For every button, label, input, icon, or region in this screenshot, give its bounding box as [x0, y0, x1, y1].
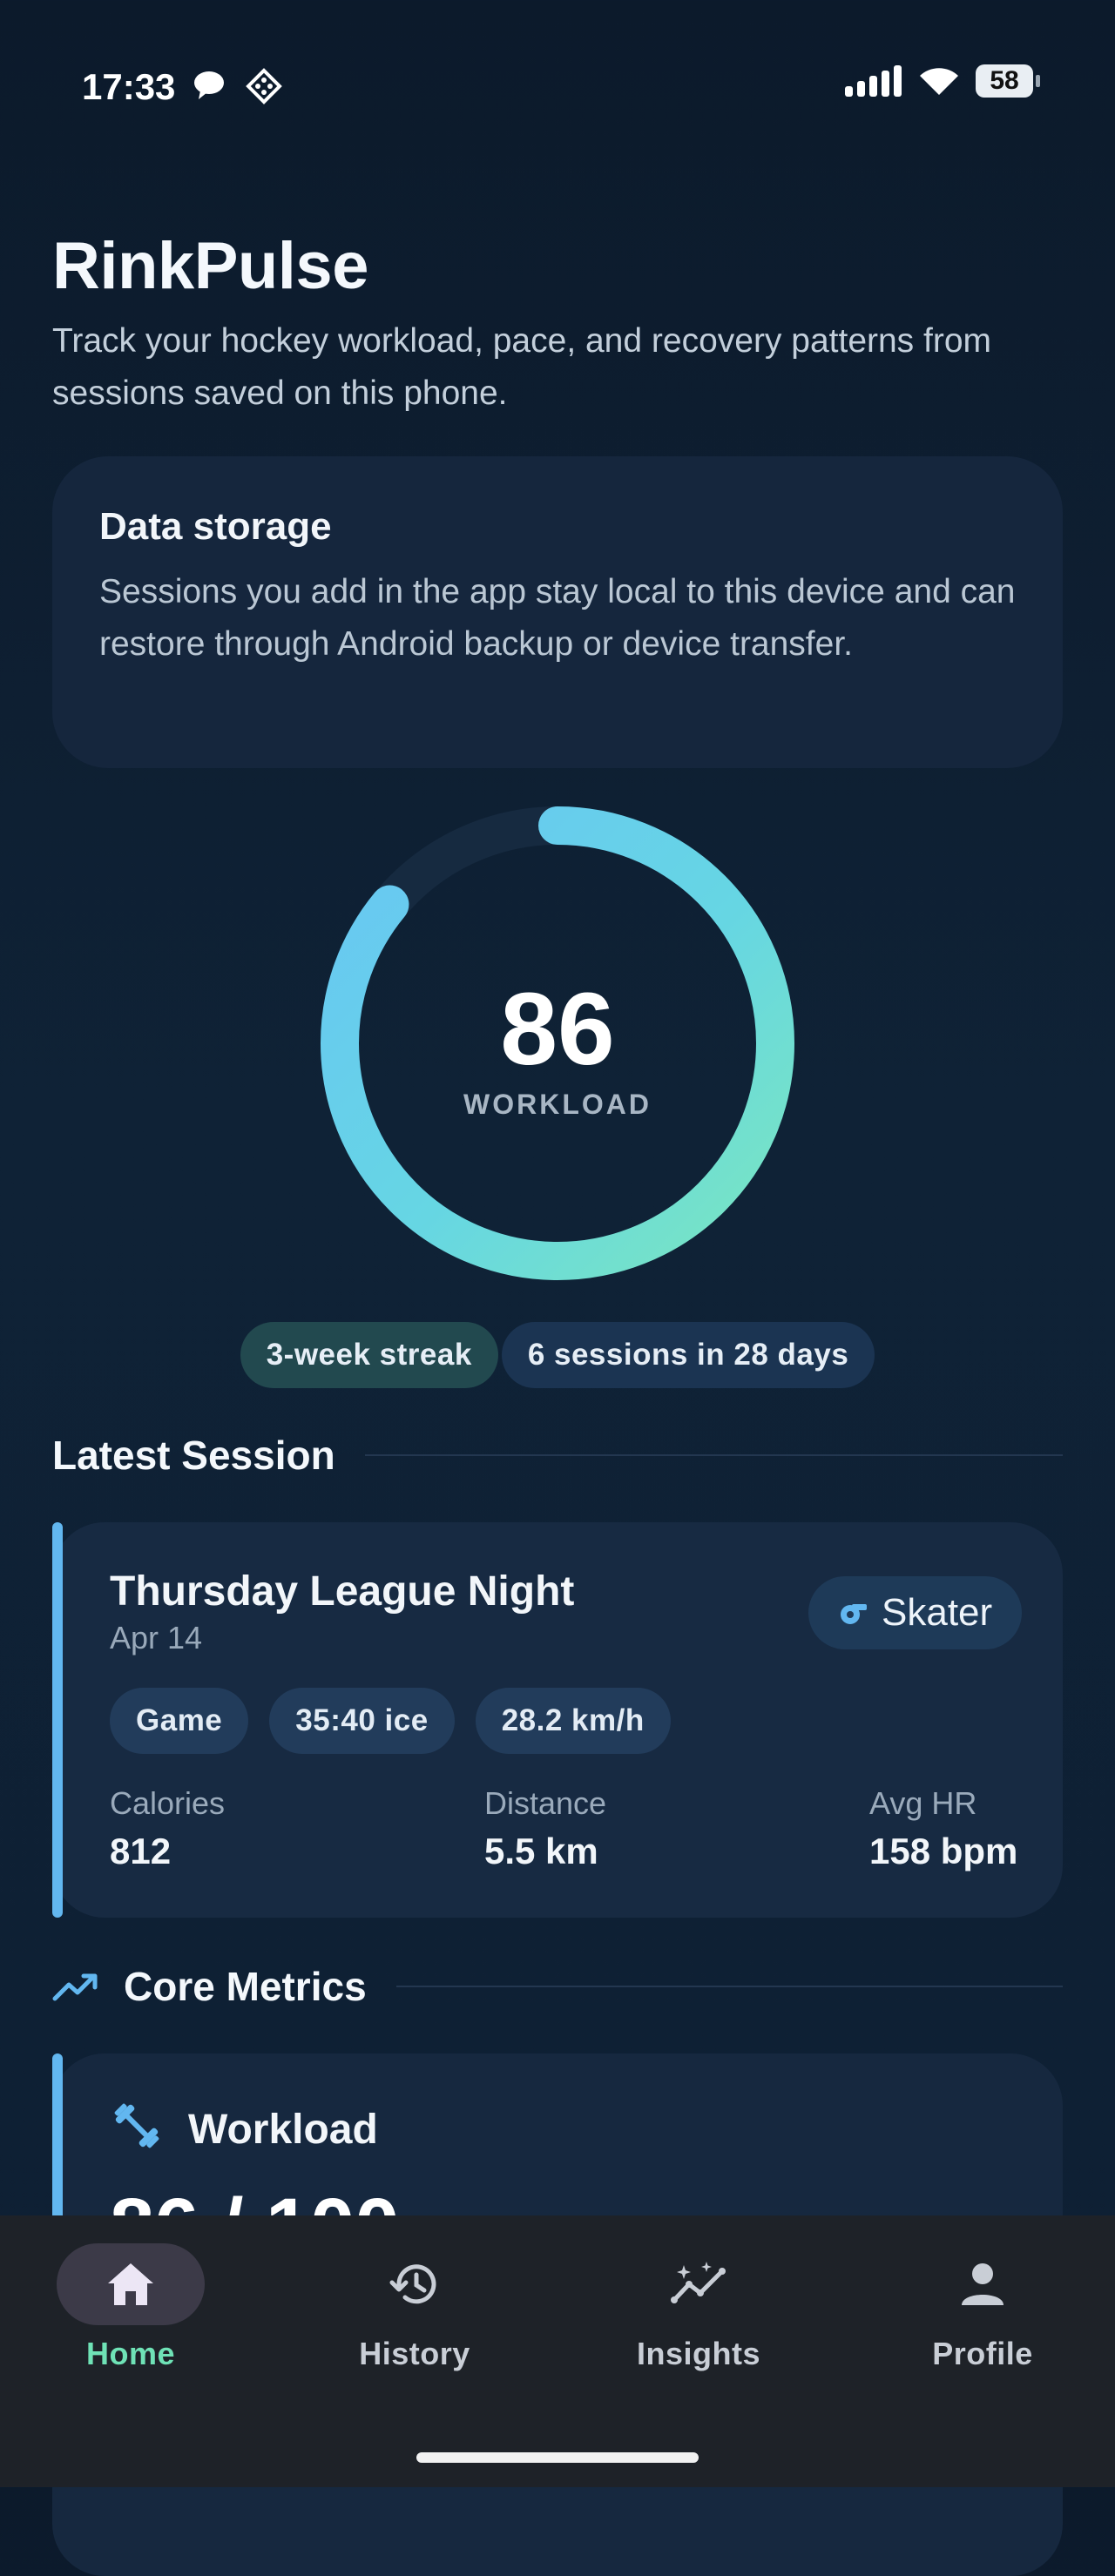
- nav-item-insights[interactable]: Insights: [577, 2243, 821, 2372]
- nav-item-profile[interactable]: Profile: [861, 2243, 1105, 2372]
- speed-tag: 28.2 km/h: [475, 1688, 671, 1754]
- status-bar: 17:33 58: [0, 0, 1115, 174]
- insights-icon: [671, 2262, 726, 2303]
- nav-label-insights: Insights: [636, 2336, 760, 2371]
- section-divider: [395, 1986, 1063, 1987]
- metric-accent-bar: [52, 2053, 63, 2228]
- session-accent-bar: [52, 1522, 63, 1918]
- storage-card-body: Sessions you add in the app stay local t…: [99, 573, 1016, 663]
- battery-indicator: 58: [976, 64, 1040, 98]
- profile-icon: [962, 2263, 1004, 2305]
- nav-label-home: Home: [85, 2336, 176, 2371]
- nav-icon-wrap: [909, 2243, 1057, 2325]
- nav-item-history[interactable]: History: [293, 2243, 537, 2372]
- storage-card-title: Data storage: [99, 505, 332, 548]
- page-subtitle: Track your hockey workload, pace, and re…: [52, 322, 992, 412]
- stat-label: Distance: [484, 1785, 607, 1821]
- workload-ring: 86 WORKLOAD: [319, 805, 796, 1282]
- data-storage-card: Data storage Sessions you add in the app…: [52, 456, 1063, 768]
- workload-score: 86: [500, 972, 615, 1087]
- nav-label-profile: Profile: [932, 2336, 1033, 2371]
- status-time: 17:33: [82, 66, 176, 107]
- distance-stat: Distance 5.5 km: [484, 1785, 606, 1872]
- stat-value: 5.5 km: [484, 1831, 598, 1871]
- sessions-count-badge: 6 sessions in 28 days: [501, 1322, 875, 1388]
- stat-value: 158 bpm: [869, 1831, 1018, 1871]
- session-tags: Game 35:40 ice 28.2 km/h: [110, 1688, 671, 1754]
- session-name: Thursday League Night: [110, 1568, 575, 1615]
- stat-label: Calories: [110, 1785, 226, 1821]
- latest-session-title: Latest Session: [52, 1433, 335, 1478]
- role-label: Skater: [882, 1591, 993, 1634]
- stat-label: Avg HR: [869, 1785, 977, 1821]
- history-icon: [389, 2264, 436, 2304]
- workload-score-label: WORKLOAD: [463, 1089, 652, 1120]
- home-icon: [108, 2263, 153, 2305]
- bottom-navigation: Home History Insights Profile: [0, 2215, 1115, 2487]
- signal-icon: [845, 65, 902, 97]
- calories-stat: Calories 812: [110, 1785, 225, 1872]
- wifi-icon: [920, 68, 958, 95]
- streak-badge: 3-week streak: [240, 1322, 498, 1388]
- chat-bubble-icon: [194, 71, 224, 99]
- core-metrics-title: Core Metrics: [124, 1964, 367, 2009]
- nav-icon-wrap: [341, 2243, 489, 2325]
- stat-value: 812: [110, 1831, 172, 1871]
- page-title: RinkPulse: [52, 229, 368, 303]
- trending-up-icon: [52, 1973, 98, 2001]
- latest-session-header: Latest Session: [52, 1432, 1063, 1479]
- nav-item-home[interactable]: Home: [9, 2243, 253, 2372]
- dumbbell-icon: [114, 2103, 159, 2148]
- home-indicator-bar[interactable]: [416, 2452, 699, 2463]
- summary-badges: 3-week streak 6 sessions in 28 days: [0, 1322, 1115, 1388]
- nav-label-history: History: [359, 2336, 470, 2371]
- ice-time-tag: 35:40 ice: [269, 1688, 455, 1754]
- diamond-grid-icon: [246, 68, 282, 105]
- nav-icon-wrap: [625, 2243, 773, 2325]
- nav-active-indicator: [57, 2243, 205, 2325]
- session-date: Apr 14: [110, 1620, 203, 1656]
- session-type-tag: Game: [110, 1688, 249, 1754]
- section-divider: [364, 1454, 1063, 1456]
- avg-hr-stat: Avg HR 158 bpm: [869, 1785, 1017, 1872]
- workload-metric-title: Workload: [188, 2107, 378, 2153]
- role-badge: Skater: [808, 1576, 1023, 1649]
- core-metrics-header: Core Metrics: [52, 1963, 1063, 2010]
- whistle-icon: [841, 1604, 867, 1624]
